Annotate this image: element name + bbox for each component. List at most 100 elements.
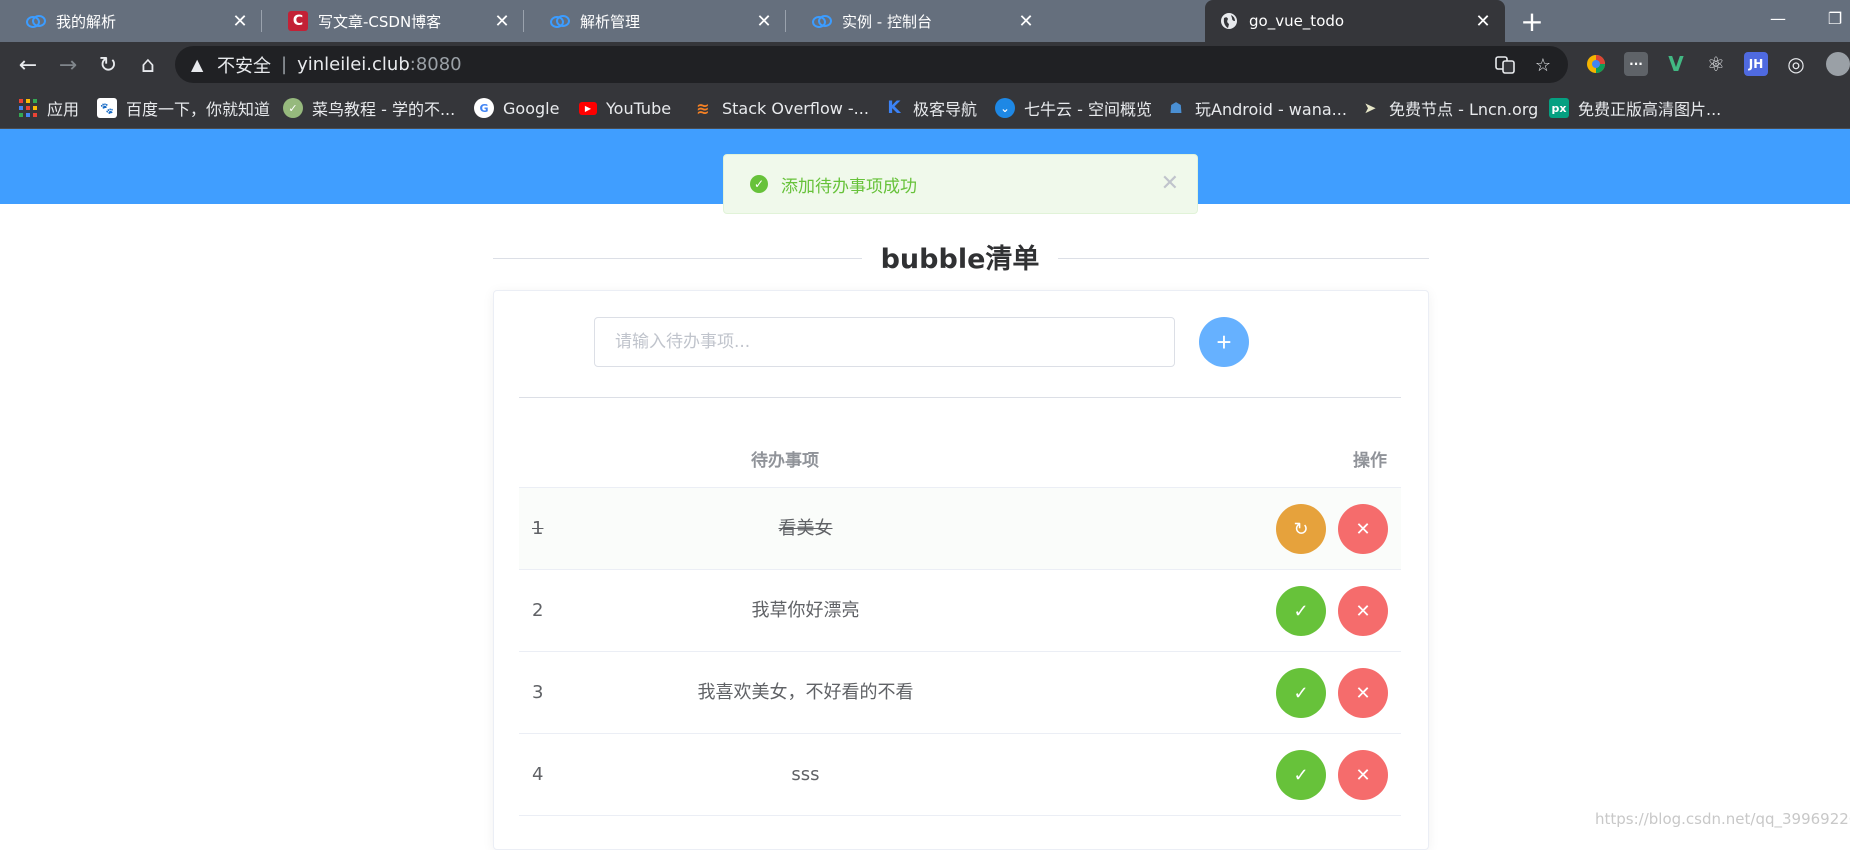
target-extension-icon[interactable]: ◎	[1784, 52, 1808, 76]
youtube-icon: ▶	[579, 101, 597, 115]
check-circle-icon: ✓	[750, 175, 768, 193]
address-divider: |	[281, 54, 288, 75]
delete-button[interactable]: ✕	[1338, 668, 1388, 718]
cloud-icon	[550, 11, 570, 31]
card-divider	[519, 397, 1401, 398]
bookmark-label: 应用	[47, 100, 80, 119]
reload-icon[interactable]: ↻	[91, 48, 125, 82]
tab-dns-manage[interactable]: 解析管理 ✕	[524, 0, 786, 42]
runoob-icon: ✓	[283, 98, 303, 118]
column-header-actions: 操作	[1353, 451, 1387, 471]
browser-toolbar: ← → ↻ ⌂ ▲ 不安全 | yinleilei.club :8080 ☆ ·…	[0, 42, 1850, 87]
plus-icon: +	[1216, 326, 1232, 357]
close-icon: ✕	[1355, 764, 1371, 785]
toast-message: 添加待办事项成功	[781, 176, 917, 197]
minimize-icon[interactable]: —	[1758, 0, 1798, 36]
complete-button[interactable]: ✓	[1276, 586, 1326, 636]
check-icon: ✓	[1293, 764, 1309, 785]
bookmark-label: Stack Overflow -...	[722, 98, 869, 118]
tab-title: 解析管理	[580, 12, 641, 31]
close-tab-icon[interactable]: ✕	[1014, 9, 1038, 33]
todo-text: sss	[791, 764, 820, 785]
delete-button[interactable]: ✕	[1338, 750, 1388, 800]
url-host[interactable]: yinleilei.club	[297, 54, 410, 75]
close-icon: ✕	[1355, 518, 1371, 539]
pexels-icon: px	[1549, 98, 1569, 118]
bookmark-label: 免费正版高清图片...	[1578, 100, 1722, 119]
tab-title: 我的解析	[56, 12, 117, 31]
react-devtools-icon[interactable]: ⚛	[1704, 52, 1728, 76]
close-tab-icon[interactable]: ✕	[1471, 9, 1495, 33]
row-index: 1	[532, 518, 544, 539]
security-label[interactable]: 不安全	[217, 52, 271, 78]
success-toast: ✓ 添加待办事项成功 ✕	[723, 154, 1198, 214]
bookmark-jike[interactable]: K 极客导航	[884, 96, 977, 120]
column-header-todo: 待办事项	[751, 451, 819, 471]
bookmark-qiniu[interactable]: ⌄ 七牛云 - 空间概览	[995, 96, 1152, 120]
close-tab-icon[interactable]: ✕	[490, 9, 514, 33]
close-toast-icon[interactable]: ✕	[1161, 171, 1179, 196]
tab-my-dns[interactable]: 我的解析 ✕	[0, 0, 262, 42]
refresh-icon: ↻	[1293, 518, 1309, 539]
watermark: https://blog.csdn.net/qq_39969226	[1595, 810, 1850, 828]
bookmark-pexels[interactable]: px 免费正版高清图片...	[1549, 96, 1721, 120]
bookmark-lncn[interactable]: ➤ 免费节点 - Lncn.org	[1360, 96, 1539, 120]
todo-text: 看美女	[778, 518, 833, 539]
todo-text: 我喜欢美女，不好看的不看	[697, 682, 914, 703]
check-icon: ✓	[1293, 682, 1309, 703]
delete-button[interactable]: ✕	[1338, 586, 1388, 636]
csdn-icon: C	[288, 11, 308, 31]
wanandroid-icon: ☗	[1169, 99, 1183, 117]
complete-button[interactable]: ✓	[1276, 668, 1326, 718]
add-todo-button[interactable]: +	[1199, 317, 1249, 367]
home-icon[interactable]: ⌂	[131, 48, 165, 82]
vue-devtools-icon[interactable]: V	[1664, 52, 1688, 76]
bookmark-wanandroid[interactable]: ☗ 玩Android - wana...	[1166, 96, 1347, 120]
tab-strip: 我的解析 ✕ C 写文章-CSDN博客 ✕ 解析管理 ✕ 实例 - 控制台 ✕ …	[0, 0, 1850, 42]
jike-icon: K	[887, 98, 901, 118]
table-row: 3 我喜欢美女，不好看的不看 ✓ ✕	[519, 652, 1401, 734]
undo-button[interactable]: ↻	[1276, 504, 1326, 554]
tab-title: go_vue_todo	[1249, 12, 1345, 30]
delete-button[interactable]: ✕	[1338, 504, 1388, 554]
back-arrow-icon[interactable]: ←	[11, 48, 45, 82]
tab-title: 写文章-CSDN博客	[318, 12, 442, 31]
row-index: 3	[532, 682, 544, 703]
row-index: 2	[532, 600, 544, 621]
google-icon: G	[474, 98, 494, 118]
complete-button[interactable]: ✓	[1276, 750, 1326, 800]
bookmark-baidu[interactable]: 🐾 百度一下，你就知道	[97, 96, 270, 120]
bookmark-label: 免费节点 - Lncn.org	[1389, 100, 1539, 119]
profile-avatar[interactable]	[1826, 52, 1850, 76]
close-tab-icon[interactable]: ✕	[228, 9, 252, 33]
check-icon: ✓	[1293, 600, 1309, 621]
maximize-icon[interactable]: ❐	[1815, 0, 1850, 36]
extension-more-icon[interactable]: ···	[1624, 52, 1648, 76]
new-tab-button[interactable]: +	[1517, 0, 1547, 42]
bookmark-youtube[interactable]: ▶ YouTube	[579, 96, 671, 120]
baidu-icon: 🐾	[97, 98, 117, 118]
bookmark-label: 菜鸟教程 - 学的不...	[312, 100, 456, 119]
table-row: 1 看美女 ↻ ✕	[519, 488, 1401, 570]
address-bar[interactable]: ▲ 不安全 | yinleilei.club :8080 ☆	[175, 46, 1568, 83]
extension-color-icon[interactable]	[1584, 52, 1608, 76]
tab-go-vue-todo[interactable]: go_vue_todo ✕	[1205, 0, 1505, 42]
bookmark-google[interactable]: G Google	[474, 96, 559, 120]
forward-arrow-icon[interactable]: →	[51, 48, 85, 82]
warning-triangle-icon[interactable]: ▲	[191, 55, 211, 74]
url-port[interactable]: :8080	[410, 54, 462, 75]
bookmark-star-icon[interactable]: ☆	[1532, 54, 1554, 76]
tab-console[interactable]: 实例 - 控制台 ✕	[786, 0, 1048, 42]
bookmark-label: 极客导航	[913, 100, 978, 119]
translate-icon[interactable]	[1494, 54, 1516, 76]
close-tab-icon[interactable]: ✕	[752, 9, 776, 33]
tab-csdn[interactable]: C 写文章-CSDN博客 ✕	[262, 0, 524, 42]
page-title: bubble清单	[862, 242, 1058, 278]
bookmark-stackoverflow[interactable]: ≋ Stack Overflow -...	[693, 96, 869, 120]
todo-input[interactable]	[594, 317, 1175, 367]
bookmark-label: 七牛云 - 空间概览	[1024, 100, 1152, 119]
bookmark-apps[interactable]: 应用	[18, 96, 79, 120]
bookmark-runoob[interactable]: ✓ 菜鸟教程 - 学的不...	[283, 96, 455, 120]
bookmarks-bar: 应用 🐾 百度一下，你就知道 ✓ 菜鸟教程 - 学的不... G Google …	[0, 87, 1850, 129]
jh-extension-icon[interactable]: JH	[1744, 52, 1768, 76]
